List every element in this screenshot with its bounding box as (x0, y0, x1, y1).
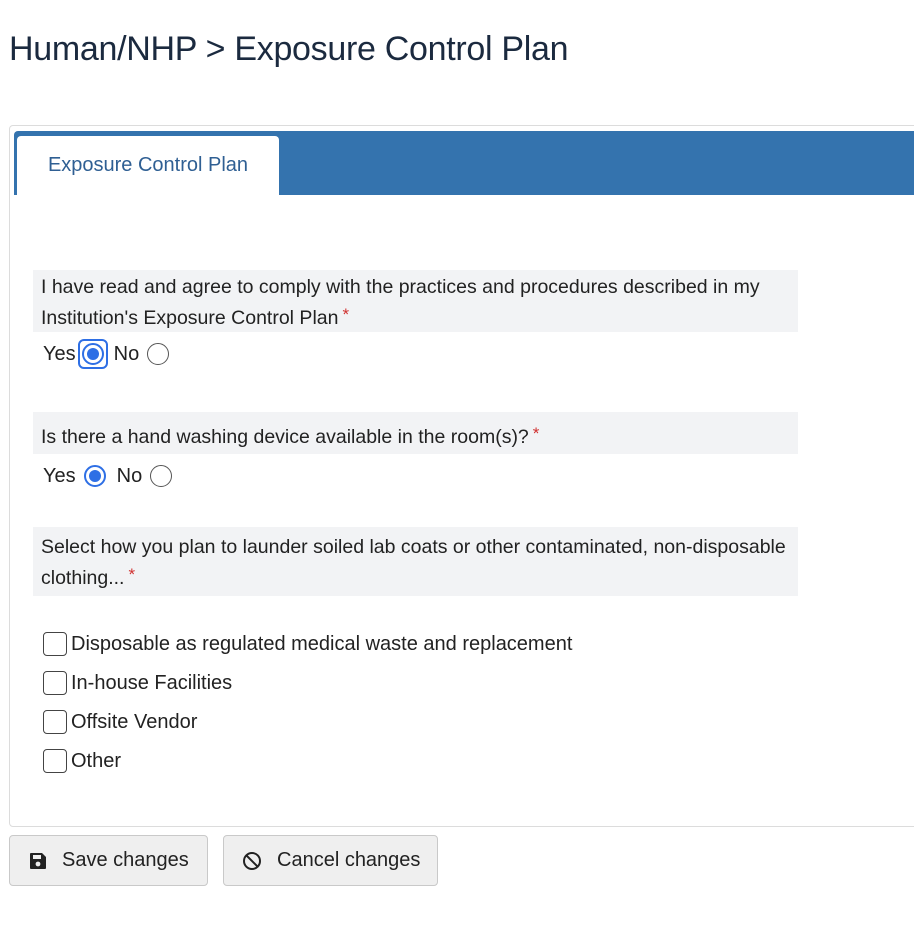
checkbox-disposable[interactable] (43, 632, 67, 656)
checkbox-label: In-house Facilities (71, 671, 233, 694)
radio-no[interactable] (147, 343, 170, 365)
question-label-laundering: Select how you plan to launder soiled la… (33, 527, 798, 596)
tab-bar: Exposure Control Plan (14, 131, 914, 195)
radio-yes[interactable] (83, 465, 106, 487)
question-text: Select how you plan to launder soiled la… (41, 536, 786, 589)
radio-focus-ring (77, 339, 108, 369)
save-button[interactable]: Save changes (9, 835, 208, 886)
checkbox-option-other: Other (43, 746, 121, 776)
checkbox-option-offsite-vendor: Offsite Vendor (43, 707, 197, 737)
radio-label-yes: Yes (43, 464, 76, 487)
question-text: Is there a hand washing device available… (41, 426, 529, 448)
radio-group-hand-washing: Yes No (33, 459, 173, 493)
required-marker: * (532, 424, 540, 443)
cancel-button[interactable]: Cancel changes (223, 835, 438, 886)
required-marker: * (128, 565, 136, 584)
ban-icon (241, 850, 263, 872)
checkbox-option-disposable: Disposable as regulated medical waste an… (43, 629, 572, 659)
radio-label-no: No (113, 342, 140, 365)
radio-no[interactable] (150, 465, 173, 487)
checkbox-label: Disposable as regulated medical waste an… (71, 632, 573, 655)
cancel-button-label: Cancel changes (277, 849, 421, 871)
checkbox-other[interactable] (43, 749, 67, 773)
page-title: Human/NHP > Exposure Control Plan (9, 30, 569, 68)
checkbox-in-house[interactable] (43, 671, 67, 695)
checkbox-offsite-vendor[interactable] (43, 710, 67, 734)
radio-group-ecp-agreement: Yes No (33, 337, 170, 371)
question-text: I have read and agree to comply with the… (41, 276, 760, 329)
save-button-label: Save changes (62, 849, 189, 871)
radio-label-no: No (116, 464, 143, 487)
radio-yes[interactable] (81, 343, 104, 365)
radio-label-yes: Yes (43, 342, 76, 365)
question-label-ecp-agreement: I have read and agree to comply with the… (33, 270, 798, 332)
floppy-disk-icon (27, 850, 49, 872)
question-label-hand-washing: Is there a hand washing device available… (33, 412, 798, 454)
tab-exposure-control-plan[interactable]: Exposure Control Plan (17, 136, 279, 195)
required-marker: * (342, 305, 350, 324)
checkbox-label: Other (71, 749, 122, 772)
checkbox-label: Offsite Vendor (71, 710, 198, 733)
checkbox-option-in-house: In-house Facilities (43, 668, 232, 698)
